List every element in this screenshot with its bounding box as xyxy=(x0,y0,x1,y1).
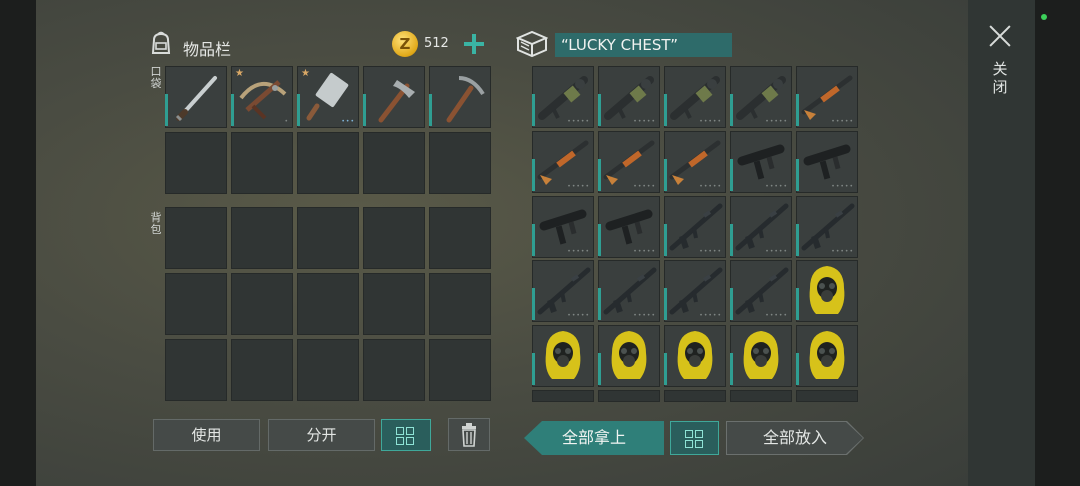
inventory-title: 物品栏 xyxy=(183,40,232,59)
hazmat-icon xyxy=(611,331,647,379)
pocket-slot[interactable] xyxy=(429,66,491,128)
split-button[interactable]: 分开 xyxy=(268,419,375,451)
chest-slot-partial[interactable] xyxy=(532,390,594,402)
chest-slot-smg[interactable]: ••••• xyxy=(532,196,594,258)
chest-slot-hazmat[interactable] xyxy=(796,260,858,322)
status-dot xyxy=(1041,14,1047,20)
backpack-label: 背包 xyxy=(150,211,162,236)
sort-grid-icon xyxy=(685,430,703,448)
backpack-slot[interactable] xyxy=(429,273,491,335)
chest-slot-hazmat[interactable] xyxy=(664,325,726,387)
backpack-icon xyxy=(151,31,171,54)
chest-slot-hazmat[interactable] xyxy=(730,325,792,387)
backpack-slot[interactable] xyxy=(363,207,425,269)
backpack-slot[interactable] xyxy=(231,339,293,401)
pocket-slot[interactable] xyxy=(429,132,491,194)
use-button[interactable]: 使用 xyxy=(153,419,260,451)
pocket-slot[interactable] xyxy=(165,132,227,194)
put-all-label: 全部放入 xyxy=(727,422,863,454)
chest-slot-hazmat[interactable] xyxy=(796,325,858,387)
machete-icon xyxy=(175,76,217,122)
chest-title: “LUCKY CHEST” xyxy=(555,33,732,57)
chest-slot-rifle[interactable]: ••••• xyxy=(730,260,792,322)
pickaxe-icon xyxy=(446,76,485,123)
pocket-slot[interactable] xyxy=(165,66,227,128)
backpack-slot[interactable] xyxy=(165,273,227,335)
backpack-slot[interactable] xyxy=(429,207,491,269)
chest-slot-partial[interactable] xyxy=(730,390,792,402)
trash-button[interactable] xyxy=(448,418,490,451)
hazmat-icon xyxy=(677,331,713,379)
coin-icon: Z xyxy=(392,31,418,57)
coin-count: 512 xyxy=(424,36,449,51)
pocket-slot[interactable] xyxy=(363,132,425,194)
hazmat-icon xyxy=(809,331,845,379)
close-label[interactable]: 关闭 xyxy=(991,60,1009,96)
backpack-slot[interactable] xyxy=(231,207,293,269)
add-coins-button[interactable] xyxy=(464,34,484,54)
sort-grid-icon xyxy=(396,427,414,445)
chest-slot-launcher[interactable]: ••••• xyxy=(730,66,792,128)
backpack-slot[interactable] xyxy=(231,273,293,335)
sort-chest-button[interactable] xyxy=(670,421,719,455)
chest-slot-rifle[interactable]: ••••• xyxy=(730,196,792,258)
backpack-slot[interactable] xyxy=(297,273,359,335)
pocket-slot[interactable]: ★ • xyxy=(231,66,293,128)
chest-slot-rifle[interactable]: ••••• xyxy=(664,260,726,322)
chest-slot-shotgun[interactable]: ••••• xyxy=(598,131,660,193)
chest-slot-rifle[interactable]: ••••• xyxy=(664,196,726,258)
backpack-slot[interactable] xyxy=(297,207,359,269)
chest-slot-smg[interactable]: ••••• xyxy=(730,131,792,193)
hazmat-icon xyxy=(545,331,581,379)
chest-slot-smg[interactable]: ••••• xyxy=(598,196,660,258)
chest-slot-rifle[interactable]: ••••• xyxy=(796,196,858,258)
pocket-slot[interactable] xyxy=(231,132,293,194)
chest-slot-partial[interactable] xyxy=(796,390,858,402)
backpack-slot[interactable] xyxy=(297,339,359,401)
backpack-slot[interactable] xyxy=(363,273,425,335)
chest-slot-launcher[interactable]: ••••• xyxy=(532,66,594,128)
chest-slot-partial[interactable] xyxy=(598,390,660,402)
chest-slot-hazmat[interactable] xyxy=(532,325,594,387)
hazmat-icon xyxy=(743,331,779,379)
pocket-slot[interactable]: ★ ••• xyxy=(297,66,359,128)
take-all-button[interactable]: 全部拿上 xyxy=(524,421,664,455)
chest-slot-smg[interactable]: ••••• xyxy=(796,131,858,193)
chest-slot-shotgun[interactable]: ••••• xyxy=(532,131,594,193)
chest-slot-rifle[interactable]: ••••• xyxy=(598,260,660,322)
put-all-button[interactable]: 全部放入 xyxy=(726,421,864,455)
chest-slot-shotgun[interactable]: ••••• xyxy=(664,131,726,193)
sort-inventory-button[interactable] xyxy=(381,419,431,451)
chest-slot-shotgun[interactable]: ••••• xyxy=(796,66,858,128)
hazmat-icon xyxy=(809,266,845,314)
pocket-label: 口袋 xyxy=(150,65,162,90)
backpack-slot[interactable] xyxy=(165,207,227,269)
backpack-slot[interactable] xyxy=(165,339,227,401)
hatchet-icon xyxy=(378,80,415,123)
backpack-slot[interactable] xyxy=(429,339,491,401)
pocket-slot[interactable] xyxy=(297,132,359,194)
chest-slot-partial[interactable] xyxy=(664,390,726,402)
close-icon[interactable] xyxy=(986,22,1014,50)
chest-slot-hazmat[interactable] xyxy=(598,325,660,387)
trash-icon xyxy=(462,423,476,447)
chest-slot-launcher[interactable]: ••••• xyxy=(664,66,726,128)
chest-icon xyxy=(516,30,548,58)
chest-slot-launcher[interactable]: ••••• xyxy=(598,66,660,128)
pocket-slot[interactable] xyxy=(363,66,425,128)
backpack-slot[interactable] xyxy=(363,339,425,401)
chest-slot-rifle[interactable]: ••••• xyxy=(532,260,594,322)
